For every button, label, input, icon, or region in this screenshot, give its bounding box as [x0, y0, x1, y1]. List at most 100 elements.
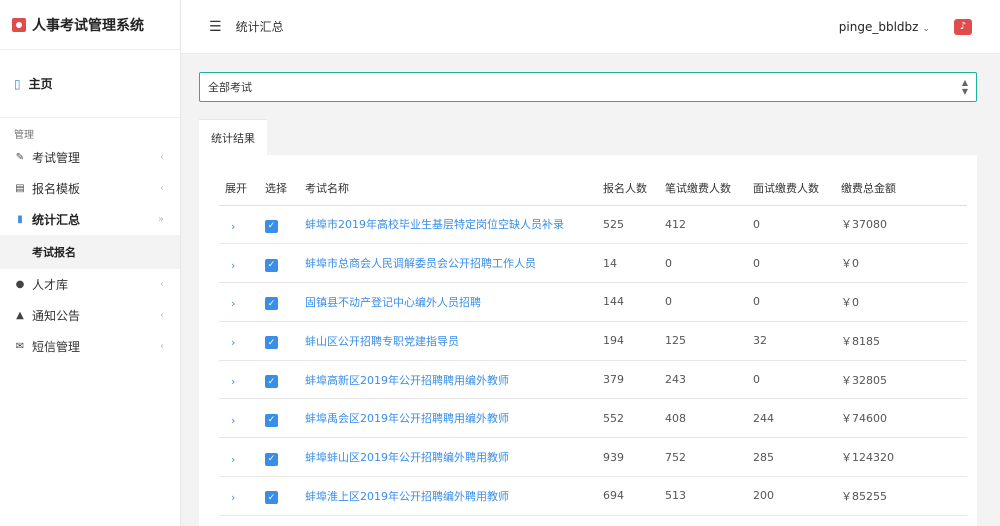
total-amount-cell: ￥74600: [835, 398, 967, 439]
exam-name-link[interactable]: 蚌埠禹会区2019年公开招聘聘用编外教师: [305, 412, 509, 425]
checkbox[interactable]: ✓: [265, 219, 278, 233]
interview-paid-cell: 285: [747, 437, 835, 478]
written-paid-cell: 412: [659, 205, 747, 245]
edit-icon: ✎: [15, 152, 25, 163]
interview-paid-cell: 0: [747, 205, 835, 245]
exam-name-link[interactable]: 蚌埠市2019年高校毕业生基层特定岗位空缺人员补录: [305, 218, 564, 231]
checkbox[interactable]: ✓: [265, 491, 278, 505]
interview-paid-cell: 32: [747, 321, 835, 361]
expand-cell: ›: [219, 321, 259, 361]
page-title: 统计汇总: [235, 20, 284, 34]
total-amount-cell: ￥8185: [835, 321, 967, 361]
checkbox[interactable]: ✓: [265, 375, 278, 389]
exam-name-link[interactable]: 蚌山区公开招聘专职党建指导员: [305, 335, 459, 348]
table-row: › ✓ 蚌埠市2019年高校毕业生基层特定岗位空缺人员补录 525 412 0 ￥37080: [219, 205, 967, 245]
header-registered: 报名人数: [597, 171, 659, 206]
envelope-icon: ✉: [15, 341, 25, 352]
table-row: › ✓ 蚌山区公开招聘专职党建指导员 194 125 32 ￥8185: [219, 321, 967, 361]
header-interview-paid: 面试缴费人数: [747, 171, 835, 206]
total-amount-cell: ￥32805: [835, 360, 967, 400]
checkbox[interactable]: ✓: [265, 297, 278, 311]
users-icon: ●: [15, 279, 25, 290]
exam-name-link[interactable]: 蚌埠高新区2019年公开招聘聘用编外教师: [305, 374, 509, 387]
top-bar: ☰ 统计汇总 pinge_bbldbz ⌄ ♪: [181, 0, 1000, 54]
table-row: › ✓ 蚌埠市总商会人民调解委员会公开招聘工作人员 14 0 0 ￥0: [219, 243, 967, 284]
header-select: 选择: [259, 171, 299, 206]
exam-filter-select[interactable]: 全部考试 ▲ ▼: [199, 72, 977, 102]
chevron-right-icon[interactable]: ›: [225, 336, 235, 349]
interview-paid-cell: 244: [747, 398, 835, 439]
sidebar-item-sms[interactable]: ✉ 短信管理 ‹: [0, 331, 180, 362]
chevron-left-icon: ‹: [160, 183, 164, 194]
sidebar: 人事考试管理系统 ▯ 主页 管理 ✎ 考试管理 ‹ ▤ 报名模板 ‹ ▮ 统计汇…: [0, 0, 181, 526]
table-row: › ✓ 蚌埠禹会区2019年公开招聘聘用编外教师 552 408 244 ￥74600: [219, 398, 967, 439]
checkbox[interactable]: ✓: [265, 452, 278, 466]
sidebar-item-label: 短信管理: [32, 340, 81, 354]
exam-name-cell: 蚌埠高新区2019年公开招聘聘用编外教师: [299, 360, 597, 400]
sidebar-item-label: 人才库: [32, 278, 69, 292]
table-row: › ✓ 蚌埠蚌山区2019年公开招聘编外聘用教师 939 752 285 ￥124320: [219, 437, 967, 478]
written-paid-cell: 125: [659, 321, 747, 361]
chevron-right-icon[interactable]: ›: [225, 453, 235, 466]
chevron-down-icon: »: [157, 214, 164, 225]
select-cell: ✓: [259, 437, 299, 478]
checkbox[interactable]: ✓: [265, 336, 278, 350]
exam-name-link[interactable]: 蚌埠市总商会人民调解委员会公开招聘工作人员: [305, 257, 536, 270]
chevron-right-icon[interactable]: ›: [225, 297, 235, 310]
registered-cell: 525: [597, 205, 659, 245]
exam-name-cell: 蚌埠市总商会人民调解委员会公开招聘工作人员: [299, 243, 597, 284]
sidebar-item-statistics[interactable]: ▮ 统计汇总 »: [0, 204, 180, 235]
sidebar-item-notices[interactable]: ▲ 通知公告 ‹: [0, 300, 180, 331]
registered-cell: 552: [597, 398, 659, 439]
menu-icon[interactable]: ☰: [209, 19, 222, 35]
chevron-left-icon: ‹: [160, 341, 164, 352]
user-menu[interactable]: pinge_bbldbz ⌄: [839, 20, 930, 34]
sidebar-item-registration-template[interactable]: ▤ 报名模板 ‹: [0, 173, 180, 204]
exam-name-cell: 蚌埠淮上区2019年公开招聘编外聘用教师: [299, 476, 597, 516]
exam-name-link[interactable]: 蚌埠淮上区2019年公开招聘编外聘用教师: [305, 490, 509, 503]
chevron-right-icon[interactable]: ›: [225, 375, 235, 388]
select-cell: ✓: [259, 476, 299, 516]
interview-paid-cell: 0: [747, 282, 835, 322]
chevron-right-icon[interactable]: ›: [225, 220, 235, 233]
table-wrapper: 展开 选择 考试名称 报名人数 笔试缴费人数 面试缴费人数 缴费总金额 › ✓ 蚌埠…: [199, 155, 977, 516]
chevron-left-icon: ‹: [160, 152, 164, 163]
brand: 人事考试管理系统: [0, 0, 180, 50]
id-card-icon: ▤: [15, 183, 25, 194]
dropdown-caret-icon: ▲ ▼: [961, 78, 968, 96]
exam-name-cell: 蚌埠禹会区2019年公开招聘聘用编外教师: [299, 398, 597, 439]
sidebar-item-label: 考试管理: [32, 151, 81, 165]
home-label: 主页: [28, 77, 53, 91]
exam-name-link[interactable]: 固镇县不动产登记中心编外人员招聘: [305, 296, 481, 309]
chevron-right-icon[interactable]: ›: [225, 414, 235, 427]
select-cell: ✓: [259, 282, 299, 322]
sidebar-subitem-exam-registration[interactable]: 考试报名: [0, 235, 180, 269]
table-header-row: 展开 选择 考试名称 报名人数 笔试缴费人数 面试缴费人数 缴费总金额: [219, 171, 967, 206]
exam-name-link[interactable]: 蚌埠蚌山区2019年公开招聘编外聘用教师: [305, 451, 509, 464]
sidebar-item-exam-management[interactable]: ✎ 考试管理 ‹: [0, 142, 180, 173]
registered-cell: 194: [597, 321, 659, 361]
exam-name-cell: 蚌埠市2019年高校毕业生基层特定岗位空缺人员补录: [299, 205, 597, 245]
sidebar-item-talent-pool[interactable]: ● 人才库 ‹: [0, 269, 180, 300]
expand-cell: ›: [219, 243, 259, 284]
sidebar-item-home[interactable]: ▯ 主页: [0, 50, 180, 118]
exam-name-cell: 蚌埠蚌山区2019年公开招聘编外聘用教师: [299, 437, 597, 478]
expand-cell: ›: [219, 476, 259, 516]
checkbox[interactable]: ✓: [265, 413, 278, 427]
header-exam-name: 考试名称: [299, 171, 597, 206]
notification-bell-icon[interactable]: ♪: [954, 18, 972, 35]
bell-icon: ▲: [16, 310, 24, 321]
checkbox[interactable]: ✓: [265, 258, 278, 272]
tab-statistics-results[interactable]: 统计结果: [199, 119, 267, 155]
exam-name-cell: 蚌山区公开招聘专职党建指导员: [299, 321, 597, 361]
registered-cell: 14: [597, 243, 659, 284]
chevron-right-icon[interactable]: ›: [225, 491, 235, 504]
expand-cell: ›: [219, 398, 259, 439]
chevron-right-icon[interactable]: ›: [225, 259, 235, 272]
total-amount-cell: ￥0: [835, 243, 967, 284]
expand-cell: ›: [219, 437, 259, 478]
chevron-left-icon: ‹: [160, 310, 164, 321]
registered-cell: 379: [597, 360, 659, 400]
header-written-paid: 笔试缴费人数: [659, 171, 747, 206]
select-cell: ✓: [259, 360, 299, 400]
